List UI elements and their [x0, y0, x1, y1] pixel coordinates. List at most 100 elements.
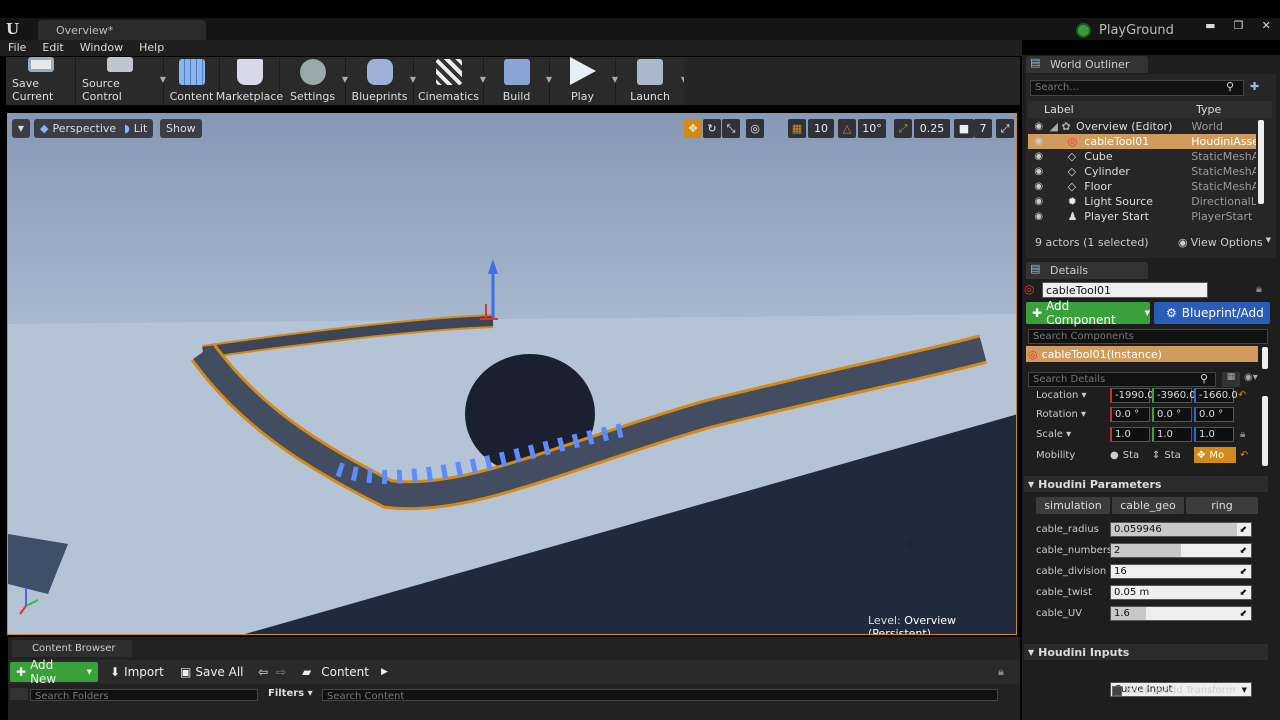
reset-icon[interactable]: ↶ — [1240, 450, 1248, 461]
eye-icon[interactable]: ◉ — [1028, 181, 1050, 192]
rotation-label[interactable]: Rotation ▾ — [1028, 409, 1110, 420]
rotation-y[interactable]: 0.0 ° — [1152, 406, 1192, 422]
menu-edit[interactable]: Edit — [34, 40, 71, 56]
outliner-search-input[interactable]: Search... — [1030, 80, 1244, 96]
reset-arrow-icon[interactable]: ⬋ — [1239, 567, 1247, 577]
document-tab[interactable]: Overview* — [38, 20, 206, 40]
search-content-input[interactable]: Search Content — [322, 689, 998, 702]
save-all-button[interactable]: ▣ Save All — [180, 662, 244, 682]
eye-icon[interactable]: ◉ — [1028, 121, 1050, 132]
menu-window[interactable]: Window — [72, 40, 131, 56]
blueprints-button[interactable]: Blueprints ▼ — [346, 57, 416, 105]
reset-arrow-icon[interactable]: ⬋ — [1239, 525, 1247, 535]
view-options-button[interactable]: ◉ View Options ▼ — [1178, 236, 1271, 249]
outliner-row-floor[interactable]: ◉◇FloorStaticMeshAc — [1028, 179, 1256, 194]
outliner-row-cabletool[interactable]: ◉◎cableTool01HoudiniAsset — [1028, 134, 1256, 149]
lock-icon[interactable]: 🔒︎ — [1256, 282, 1262, 296]
add-new-button[interactable]: ✚ Add New ▼ — [10, 658, 98, 686]
menu-file[interactable]: File — [0, 40, 34, 56]
lock-icon[interactable]: 🔒︎ — [998, 665, 1004, 679]
eye-icon[interactable]: ◉ — [1028, 151, 1050, 162]
location-label[interactable]: Location ▾ — [1028, 390, 1110, 401]
add-filter-icon[interactable]: ✚ — [1250, 80, 1259, 93]
eye-icon[interactable]: ◉ — [1028, 136, 1050, 147]
scale-snap-value[interactable]: 0.25 — [914, 119, 950, 138]
cable-radius-slider[interactable]: 0.059946 ⬋ — [1110, 522, 1252, 537]
reset-icon[interactable]: ↶ — [1238, 390, 1246, 401]
property-matrix-icon[interactable]: ▦ — [1222, 372, 1240, 387]
back-button[interactable]: ⇦ — [258, 662, 268, 682]
eye-icon[interactable]: ◉ — [1028, 211, 1050, 222]
cable-twist-slider[interactable]: 0.05 m ⬋ — [1110, 585, 1252, 600]
scale-x[interactable]: 1.0 — [1110, 426, 1150, 442]
location-z[interactable]: -1660.0 — [1194, 387, 1238, 403]
houdini-parameters-header[interactable]: ▼ Houdini Parameters — [1024, 476, 1268, 492]
outliner-row-light-source[interactable]: ◉✹Light SourceDirectionalLig — [1028, 194, 1256, 209]
scale-label[interactable]: Scale ▾ — [1028, 429, 1110, 440]
details-tab[interactable]: Details — [1026, 262, 1148, 279]
search-details-input[interactable]: Search Details — [1028, 372, 1216, 387]
component-instance-row[interactable]: ◎ cableTool01(Instance) — [1026, 346, 1258, 362]
camera-speed-value[interactable]: 7 — [974, 119, 992, 138]
rotate-tool-icon[interactable]: ↻ — [703, 119, 721, 138]
actor-name-input[interactable]: cableTool01 — [1042, 282, 1208, 298]
outliner-scrollbar[interactable] — [1258, 120, 1264, 204]
content-button[interactable]: Content — [164, 57, 220, 105]
tab-cable-geo[interactable]: cable_geo — [1112, 497, 1184, 514]
search-folders-input[interactable]: Search Folders — [30, 689, 258, 702]
mobility-static-button[interactable]: ● Sta — [1110, 450, 1152, 461]
forward-button[interactable]: ⇨ — [276, 662, 286, 682]
reset-arrow-icon[interactable]: ⬋ — [1239, 546, 1247, 556]
outliner-row-cylinder[interactable]: ◉◇CylinderStaticMeshAc — [1028, 164, 1256, 179]
save-current-button[interactable]: Save Current — [6, 57, 76, 105]
reset-arrow-icon[interactable]: ⬋ — [1239, 609, 1247, 619]
scale-y[interactable]: 1.0 — [1152, 426, 1192, 442]
source-control-button[interactable]: Source Control ▼ — [76, 57, 166, 105]
cinematics-button[interactable]: Cinematics ▼ — [414, 57, 486, 105]
location-y[interactable]: -3960.0 — [1152, 387, 1196, 403]
translate-tool-icon[interactable]: ✥ — [684, 119, 702, 138]
components-scrollbar[interactable] — [1262, 347, 1268, 369]
rotation-z[interactable]: 0.0 ° — [1194, 406, 1234, 422]
camera-speed-icon[interactable]: ■ — [954, 119, 974, 138]
play-button[interactable]: Play ▼ — [550, 57, 618, 105]
minimize-icon[interactable]: ▬ — [1205, 19, 1215, 35]
add-component-button[interactable]: ✚ Add Component ▼ — [1026, 299, 1150, 327]
mobility-stationary-button[interactable]: ⇕ Sta — [1152, 450, 1194, 461]
eye-icon[interactable]: ◉▾ — [1244, 372, 1258, 383]
marketplace-button[interactable]: Marketplace — [216, 57, 283, 105]
viewport-options-button[interactable]: ▼ — [12, 119, 30, 138]
blueprint-add-button[interactable]: ⚙ Blueprint/Add — [1154, 302, 1270, 324]
type-column[interactable]: Type — [1168, 103, 1258, 116]
outliner-row-world[interactable]: ◉ ◢ ✿ Overview (Editor) World — [1028, 119, 1256, 134]
cable-uv-slider[interactable]: 1.6 ⬋ — [1110, 606, 1252, 621]
cable-numbers-slider[interactable]: 2 ⬋ — [1110, 543, 1252, 558]
build-button[interactable]: Build ▼ — [484, 57, 552, 105]
world-outliner-tab[interactable]: World Outliner — [1026, 56, 1148, 73]
scale-tool-icon[interactable]: ⤡ — [722, 119, 740, 138]
maximize-viewport-icon[interactable]: ⤢ — [996, 119, 1014, 138]
grid-snap-value[interactable]: 10 — [808, 119, 834, 138]
filters-button[interactable]: Filters ▾ — [268, 688, 313, 700]
location-x[interactable]: -1990.0 — [1110, 387, 1154, 403]
label-column[interactable]: Label — [1028, 103, 1168, 116]
level-viewport[interactable]: ▼ ◆ Perspective ◗ Lit Show ✥ ↻ ⤡ ◎ ▦ 10 △ … — [7, 113, 1017, 635]
world-space-icon[interactable]: ◎ — [746, 119, 764, 138]
menu-help[interactable]: Help — [131, 40, 172, 56]
details-scrollbar[interactable] — [1262, 396, 1268, 466]
import-button[interactable]: ⬇ Import — [110, 662, 164, 682]
eye-icon[interactable]: ◉ — [1028, 196, 1050, 207]
gizmo-z-arrow[interactable] — [488, 259, 498, 274]
houdini-inputs-header[interactable]: ▼ Houdini Inputs — [1024, 644, 1268, 660]
lock-icon[interactable]: 🔒︎ — [1240, 429, 1245, 440]
maximize-icon[interactable]: ❐ — [1234, 19, 1244, 35]
rotation-x[interactable]: 0.0 ° — [1110, 406, 1150, 422]
cable-division-slider[interactable]: 16 ⬋ — [1110, 564, 1252, 579]
scale-z[interactable]: 1.0 — [1194, 426, 1234, 442]
close-icon[interactable]: ✕ — [1262, 19, 1271, 35]
grid-snap-icon[interactable]: ▦ — [788, 119, 806, 138]
launch-button[interactable]: Launch▼ — [616, 57, 687, 105]
rotation-snap-icon[interactable]: △ — [838, 119, 856, 138]
content-browser-tab[interactable]: Content Browser — [12, 640, 132, 657]
sources-toggle-icon[interactable] — [10, 688, 28, 700]
